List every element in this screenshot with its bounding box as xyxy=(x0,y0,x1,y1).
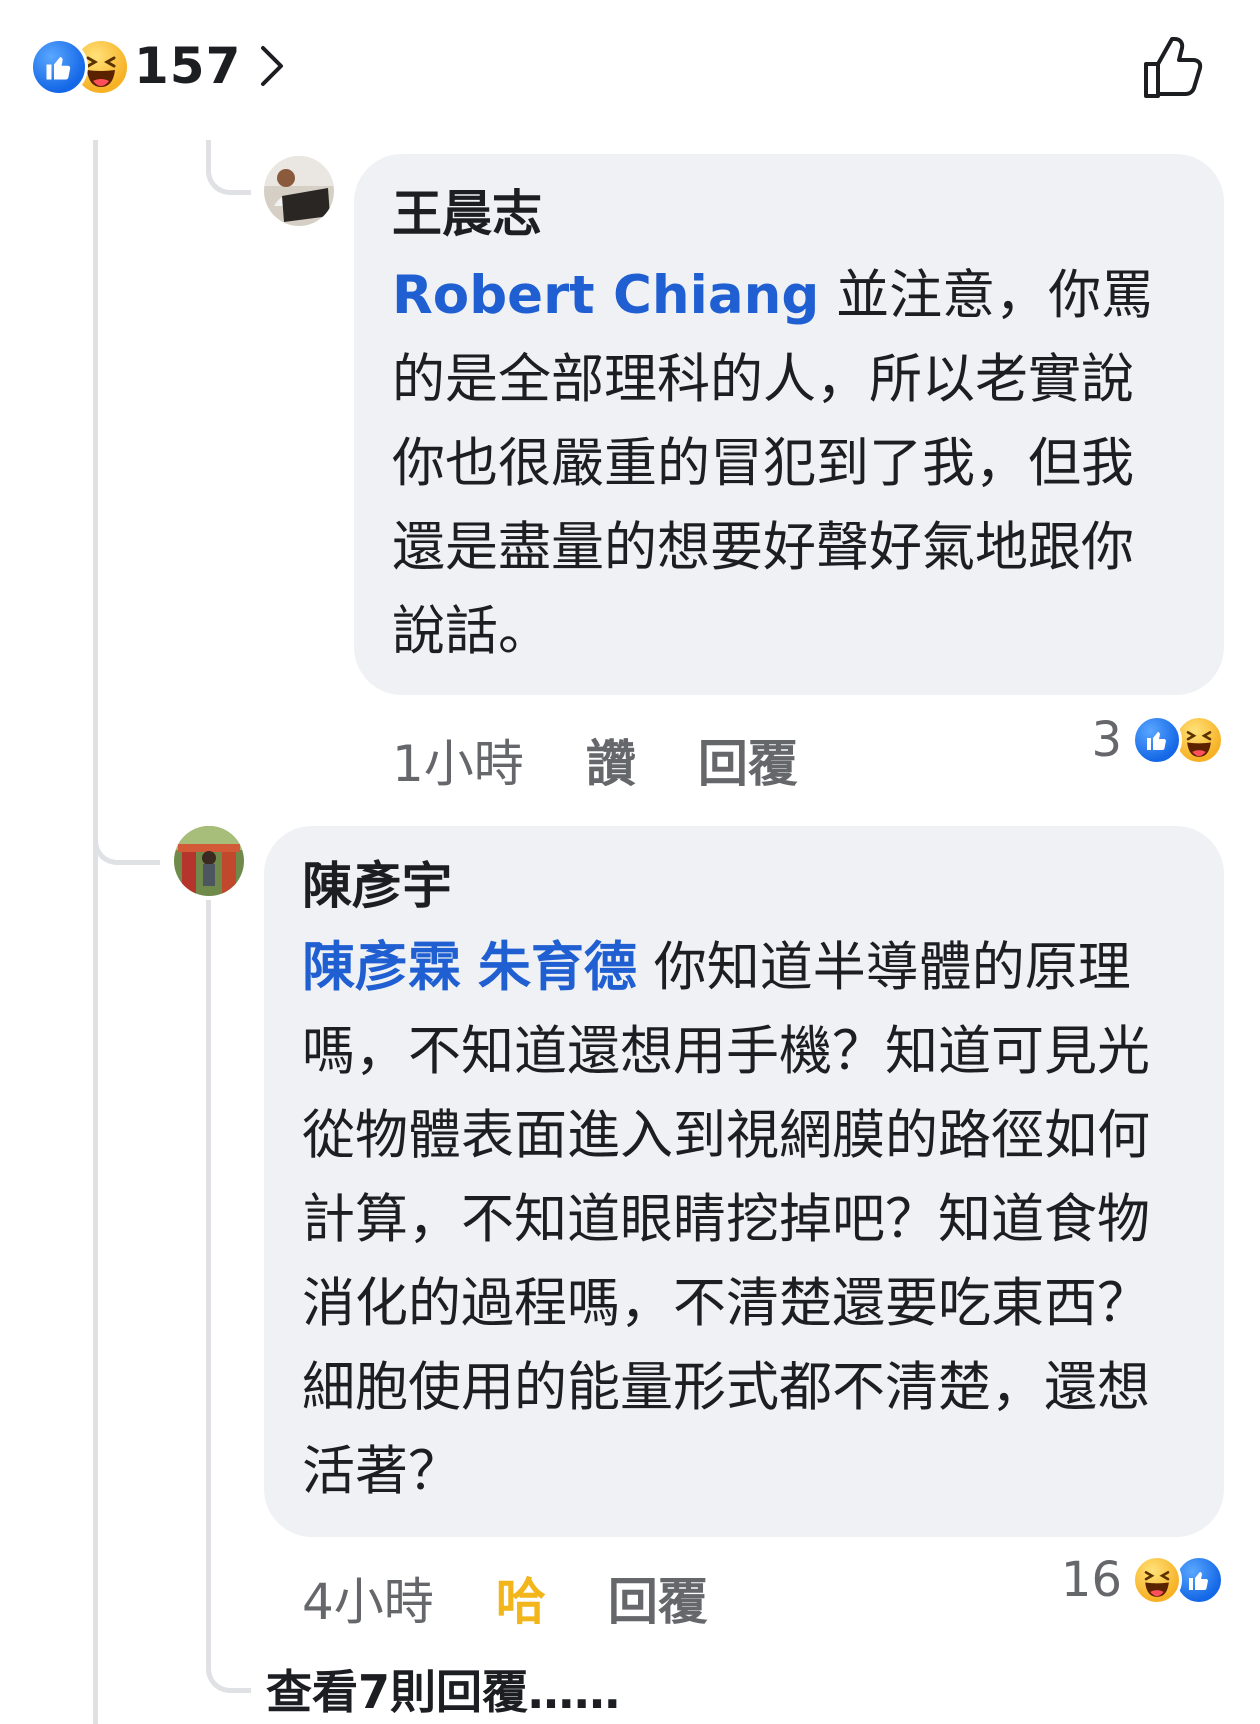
avatar[interactable] xyxy=(264,156,334,226)
like-icon xyxy=(1132,715,1182,765)
haha-reaction-button[interactable]: 哈 xyxy=(496,1562,546,1634)
chevron-right-icon xyxy=(261,46,284,86)
comment-timestamp: 4小時 xyxy=(302,1573,434,1631)
reaction-count-value: 3 xyxy=(1091,712,1122,768)
mention-link[interactable]: Robert Chiang xyxy=(392,265,819,326)
like-button[interactable]: 讚 xyxy=(586,724,636,796)
comment-body: 你知道半導體的原理嗎，不知道還想用手機？知道可見光從物體表面進入到視網膜的路徑如… xyxy=(302,937,1150,1502)
reaction-icon-stack xyxy=(30,38,130,96)
reply-button[interactable]: 回覆 xyxy=(608,1562,708,1634)
mention-link[interactable]: 朱育德 xyxy=(478,937,637,998)
thread-connector-top xyxy=(206,140,251,195)
comment-text: Robert Chiang 並注意，你罵的是全部理科的人，所以老實說你也很嚴重的… xyxy=(392,254,1184,674)
comment-text: 陳彥霖 朱育德 你知道半導體的原理嗎，不知道還想用手機？知道可見光從物體表面進入… xyxy=(302,926,1184,1514)
reply-button[interactable]: 回覆 xyxy=(698,724,798,796)
thumbs-up-outline-icon[interactable] xyxy=(1140,36,1206,102)
reaction-icon-stack xyxy=(1132,1555,1224,1605)
comment-timestamp: 1小時 xyxy=(392,735,524,793)
thread-connector-second xyxy=(93,790,160,865)
view-more-replies-link[interactable]: 查看7則回覆…… xyxy=(266,1656,620,1722)
comment-author[interactable]: 陳彥宇 xyxy=(302,856,1184,916)
comment-bubble: 王晨志 Robert Chiang 並注意，你罵的是全部理科的人，所以老實說你也… xyxy=(354,154,1224,695)
reaction-total-count: 157 xyxy=(134,37,242,95)
like-icon xyxy=(30,38,88,96)
mention-link[interactable]: 陳彥霖 xyxy=(302,937,461,998)
thread-line-outer xyxy=(93,140,98,1724)
reaction-count-value: 16 xyxy=(1060,1552,1122,1608)
reaction-summary-button[interactable]: 157 xyxy=(30,34,287,98)
comment-author[interactable]: 王晨志 xyxy=(392,184,1184,244)
comment-actions: 1小時 讚 回覆 xyxy=(392,724,860,796)
comment-reaction-count[interactable]: 16 xyxy=(1061,1552,1224,1608)
comment-reaction-count[interactable]: 3 xyxy=(1091,712,1224,768)
reaction-icon-stack xyxy=(1132,715,1224,765)
thread-connector-replies xyxy=(206,900,251,1693)
comment-bubble: 陳彥宇 陳彥霖 朱育德 你知道半導體的原理嗎，不知道還想用手機？知道可見光從物體… xyxy=(264,826,1224,1537)
comment-actions: 4小時 哈 回覆 xyxy=(302,1562,770,1634)
avatar[interactable] xyxy=(174,826,244,896)
reactions-header: 157 xyxy=(0,0,1260,132)
haha-icon xyxy=(1132,1555,1182,1605)
